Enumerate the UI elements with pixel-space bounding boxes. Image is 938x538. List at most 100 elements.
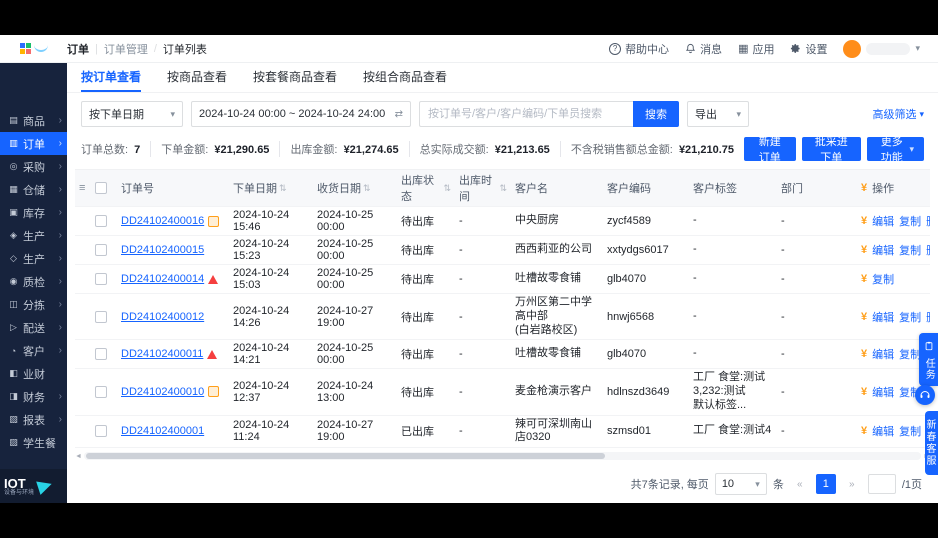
new-order-button[interactable]: 新建订单 [744,136,796,164]
copy-link[interactable]: 复制 [899,242,921,258]
edit-link[interactable]: 编辑 [872,384,894,400]
delete-link[interactable]: 删除 [926,213,930,229]
order-number-link[interactable]: DD24102400010 [121,386,204,398]
sidebar-item[interactable]: ◎ 采购 › [0,155,67,178]
column-customer-code[interactable]: 客户编码 [603,178,689,198]
order-number-link[interactable]: DD24102400011 [121,348,203,360]
delete-link[interactable]: 删除 [926,309,930,325]
sidebar-item[interactable]: ◧ 业财 [0,362,67,385]
sidebar-item[interactable]: ▨ 学生餐 [0,431,67,454]
sidebar-item[interactable]: ◨ 财务 › [0,385,67,408]
row-checkbox[interactable] [95,425,107,438]
row-checkbox[interactable] [95,310,107,323]
date-range-picker[interactable]: 2024-10-24 00:00 ~ 2024-10-24 24:00 ⇄ [191,101,411,127]
sidebar-item[interactable]: ◔ 客户 › [0,339,67,362]
view-tab[interactable]: 按组合商品查看 [363,63,447,92]
column-department[interactable]: 部门 [777,178,857,198]
edit-link[interactable]: 编辑 [872,242,894,258]
copy-link[interactable]: 复制 [899,346,921,362]
copy-link[interactable]: 复制 [899,423,921,439]
edit-link[interactable]: 编辑 [872,213,894,229]
copy-link[interactable]: 复制 [899,309,921,325]
next-page-button[interactable]: » [842,474,862,494]
edit-link[interactable]: 编辑 [872,346,894,362]
scrollbar-thumb[interactable] [85,453,605,459]
sidebar-item[interactable]: ◉ 质检 › [0,270,67,293]
column-order-date[interactable]: 下单日期 ⇅ [229,178,313,198]
task-panel-button[interactable]: 任务 [919,333,938,386]
swap-dates-icon[interactable]: ⇄ [395,109,403,120]
sort-icon[interactable]: ⇅ [363,183,371,194]
scrollbar-track[interactable] [83,452,922,460]
delete-link[interactable]: 删除 [926,242,930,258]
search-input[interactable] [419,101,633,127]
page-number-active[interactable]: 1 [815,474,836,494]
breadcrumb-parent[interactable]: 订单管理 [104,41,148,57]
row-checkbox[interactable] [95,215,107,227]
sort-icon[interactable]: ⇅ [443,183,451,194]
order-number-link[interactable]: DD24102400014 [121,273,204,285]
column-settings-icon[interactable]: ≡ [79,182,85,194]
messages-button[interactable]: 消息 [685,41,722,57]
column-tags[interactable]: 客户标签 [689,178,777,198]
row-checkbox[interactable] [95,348,107,361]
help-center-button[interactable]: ? 帮助中心 [609,41,669,57]
scroll-left-icon[interactable]: ◄ [75,453,82,460]
sort-icon[interactable]: ⇅ [499,183,507,194]
sidebar-item[interactable]: ▥ 订单 › [0,132,67,155]
view-tab[interactable]: 按套餐商品查看 [253,63,337,92]
column-outbound-time[interactable]: 出库时间 ⇅ [455,170,511,206]
column-customer[interactable]: 客户名 [511,178,603,198]
view-tab[interactable]: 按商品查看 [167,63,227,92]
view-tab[interactable]: 按订单查看 [81,63,142,92]
row-checkbox[interactable] [95,273,107,285]
money-icon[interactable]: ¥ [861,311,867,323]
page-size-select[interactable]: 10 ▾ [714,473,767,495]
settings-button[interactable]: 设置 [790,41,827,57]
advanced-filter-button[interactable]: 高级筛选 ▾ [872,106,924,122]
order-number-link[interactable]: DD24102400016 [121,215,204,227]
select-all-checkbox[interactable] [95,182,107,194]
copy-link[interactable]: 复制 [899,213,921,229]
iot-footer[interactable]: IOT 设备与环境 [0,469,67,503]
apps-button[interactable]: ▦ 应用 [738,41,774,57]
sidebar-item[interactable]: ▦ 仓储 › [0,178,67,201]
column-order-no[interactable]: 订单号 [117,178,229,198]
edit-link[interactable]: 编辑 [872,309,894,325]
order-number-link[interactable]: DD24102400001 [121,425,204,437]
column-operations[interactable]: ¥ 操作 [857,178,930,198]
service-panel-tab[interactable]: 新春客服 [924,411,938,475]
sort-icon[interactable]: ⇅ [279,183,287,194]
sidebar-item[interactable]: ▧ 报表 › [0,408,67,431]
sidebar-item[interactable]: ▤ 商品 › [0,109,67,132]
sidebar-item[interactable]: ▷ 配送 › [0,316,67,339]
money-icon[interactable]: ¥ [861,244,867,256]
money-icon[interactable]: ¥ [861,348,867,360]
money-icon[interactable]: ¥ [861,273,867,285]
sidebar-item[interactable]: ◫ 分拣 › [0,293,67,316]
search-button[interactable]: 搜索 [633,101,679,127]
edit-link[interactable]: 编辑 [872,423,894,439]
customer-service-button[interactable] [915,385,935,405]
page-jump-input[interactable] [867,474,896,494]
order-number-link[interactable]: DD24102400012 [121,311,204,323]
breadcrumb-module[interactable]: 订单 [67,41,89,57]
date-type-select[interactable]: 按下单日期 ▾ [81,101,183,127]
batch-order-button[interactable]: 批采进下单 [801,136,862,164]
previous-page-button[interactable]: « [790,474,810,494]
sidebar-item[interactable]: ▣ 库存 › [0,201,67,224]
copy-link[interactable]: 复制 [872,271,894,287]
sidebar-item[interactable]: ◇ 生产 › [0,247,67,270]
row-checkbox[interactable] [95,385,107,398]
order-number-link[interactable]: DD24102400015 [121,244,204,256]
user-menu[interactable]: ▾ [843,39,920,58]
column-status[interactable]: 出库状态 ⇅ [397,170,455,206]
sidebar-item[interactable]: ◈ 生产 › [0,224,67,247]
money-icon[interactable]: ¥ [861,425,867,437]
money-icon[interactable]: ¥ [861,215,867,227]
column-delivery-date[interactable]: 收货日期 ⇅ [313,178,397,198]
export-button[interactable]: 导出 ▾ [687,101,749,127]
money-icon[interactable]: ¥ [861,386,867,398]
row-checkbox[interactable] [95,244,107,256]
company-logo[interactable] [0,35,67,63]
